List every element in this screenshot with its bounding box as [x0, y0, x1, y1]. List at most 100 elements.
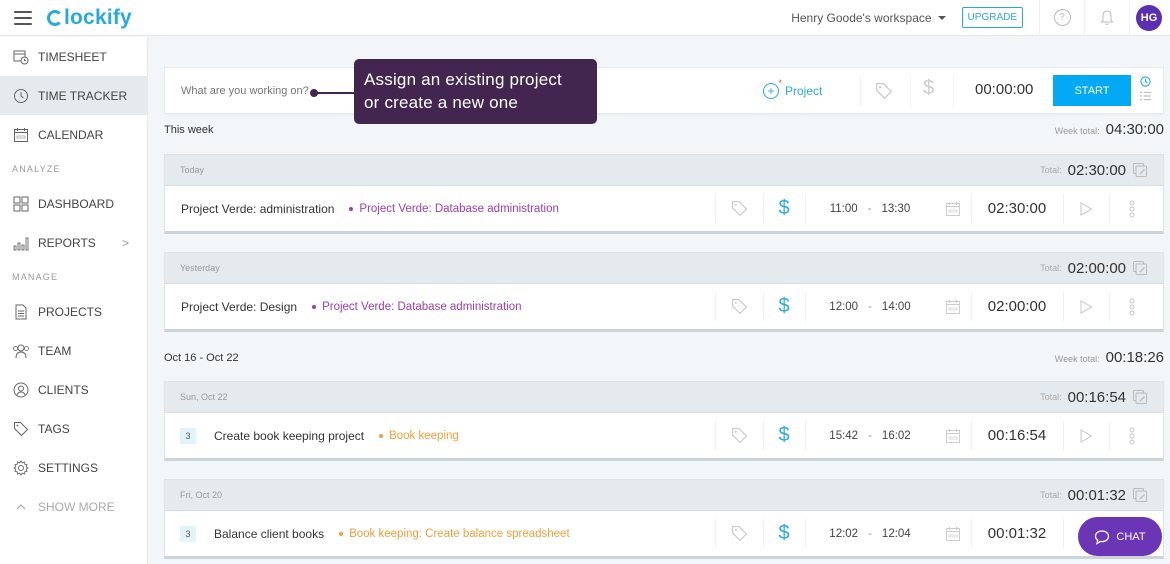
sidebar-item-calendar[interactable]: CALENDAR	[0, 115, 147, 154]
entry-date-picker[interactable]	[935, 186, 971, 231]
entry-time-range: 11:00 - 13:30	[805, 186, 935, 231]
entry-project[interactable]: Book keeping: Create balance spreadsheet	[339, 528, 570, 540]
grouped-count-badge[interactable]: 3	[180, 427, 196, 444]
entry-more-menu[interactable]	[1109, 284, 1155, 329]
dollar-icon: $	[778, 197, 790, 219]
entry-project[interactable]: Project Verde: Database administration	[312, 301, 522, 313]
entry-billable-toggle[interactable]: $	[763, 186, 805, 231]
project-label: Project	[785, 83, 823, 98]
bulk-edit-icon[interactable]	[1132, 162, 1148, 178]
entry-duration[interactable]: 02:00:00	[971, 284, 1063, 329]
project-color-dot	[379, 433, 384, 438]
entry-duration[interactable]: 00:01:32	[971, 511, 1063, 556]
week-label: Oct 16 - Oct 22	[164, 351, 239, 364]
project-name: Project Verde: Database administration	[359, 202, 559, 215]
sidebar-item-projects[interactable]: PROJECTS	[0, 292, 147, 331]
sidebar-item-tags[interactable]: TAGS	[0, 409, 147, 448]
entry-tag-button[interactable]	[715, 186, 763, 231]
entry-description[interactable]: Project Verde: administration	[181, 202, 334, 216]
reports-icon	[12, 234, 30, 252]
play-icon	[1080, 299, 1093, 314]
entry-description[interactable]: Create book keeping project	[214, 429, 364, 443]
tag-icon	[731, 299, 747, 315]
clock-icon	[12, 87, 30, 105]
play-icon	[1080, 428, 1093, 443]
sidebar-item-time-tracker[interactable]: TIME TRACKER	[0, 76, 147, 115]
continue-timer-button[interactable]	[1063, 186, 1109, 231]
tag-button[interactable]	[875, 82, 893, 105]
workspace-switcher[interactable]: Henry Goode's workspace	[791, 11, 946, 25]
team-icon	[12, 342, 30, 360]
help-button[interactable]: ?	[1039, 0, 1084, 36]
billable-toggle[interactable]: $	[923, 77, 934, 100]
description-input[interactable]	[181, 84, 321, 97]
start-button[interactable]: START	[1053, 75, 1131, 106]
entry-date-picker[interactable]	[935, 284, 971, 329]
entry-time-range: 12:02 - 12:04	[805, 511, 935, 556]
upgrade-button[interactable]: UPGRADE	[961, 7, 1023, 28]
grouped-count-badge[interactable]: 3	[180, 525, 196, 542]
project-picker-button[interactable]: + Project	[763, 79, 823, 99]
week-total-value: 00:18:26	[1105, 349, 1164, 366]
entry-duration[interactable]: 02:30:00	[971, 186, 1063, 231]
entry-tag-button[interactable]	[715, 413, 763, 458]
day-label: Sun, Oct 22	[180, 392, 228, 402]
sidebar-item-dashboard[interactable]: DASHBOARD	[0, 184, 147, 223]
entry-start-time[interactable]: 15:42	[829, 430, 858, 442]
timer-mode-clock-icon[interactable]	[1140, 76, 1151, 87]
calendar-icon	[946, 299, 960, 314]
sidebar-item-settings[interactable]: SETTINGS	[0, 448, 147, 487]
bulk-edit-icon[interactable]	[1132, 260, 1148, 276]
entry-duration[interactable]: 00:16:54	[971, 413, 1063, 458]
entry-start-time[interactable]: 12:02	[829, 528, 858, 540]
entry-end-time[interactable]: 14:00	[882, 301, 911, 313]
sidebar-item-timesheet[interactable]: TIMESHEET	[0, 37, 147, 76]
avatar[interactable]: HG	[1136, 4, 1162, 31]
entry-billable-toggle[interactable]: $	[763, 284, 805, 329]
entry-date-picker[interactable]	[935, 413, 971, 458]
project-name: Book keeping	[389, 429, 459, 442]
chat-button[interactable]: CHAT	[1078, 517, 1162, 556]
sidebar-item-team[interactable]: TEAM	[0, 331, 147, 370]
continue-timer-button[interactable]	[1063, 284, 1109, 329]
clockify-logo[interactable]: lockify	[47, 6, 132, 30]
hamburger-menu-icon[interactable]	[14, 10, 32, 25]
dashboard-icon	[12, 195, 30, 213]
time-separator: -	[868, 300, 872, 313]
chevron-up-icon	[12, 498, 30, 516]
calendar-icon	[946, 428, 960, 443]
day-card: Today Total: 02:30:00 Project Verde: adm…	[164, 154, 1164, 234]
divider	[910, 76, 911, 106]
bulk-edit-icon[interactable]	[1132, 389, 1148, 405]
entry-billable-toggle[interactable]: $	[763, 413, 805, 458]
entry-description[interactable]: Project Verde: Design	[181, 300, 297, 314]
entry-tag-button[interactable]	[715, 284, 763, 329]
entry-date-picker[interactable]	[935, 511, 971, 556]
calendar-icon	[946, 201, 960, 216]
sidebar-item-clients[interactable]: CLIENTS	[0, 370, 147, 409]
entry-description[interactable]: Balance client books	[214, 527, 324, 541]
chat-label: CHAT	[1116, 530, 1146, 543]
notifications-button[interactable]	[1084, 0, 1129, 36]
entry-billable-toggle[interactable]: $	[763, 511, 805, 556]
entry-more-menu[interactable]	[1109, 413, 1155, 458]
entry-more-menu[interactable]	[1109, 186, 1155, 231]
entry-project[interactable]: Project Verde: Database administration	[349, 202, 559, 215]
entry-time-range: 15:42 - 16:02	[805, 413, 935, 458]
entry-end-time[interactable]: 16:02	[882, 430, 911, 442]
continue-timer-button[interactable]	[1063, 413, 1109, 458]
bulk-edit-icon[interactable]	[1132, 487, 1148, 503]
entry-start-time[interactable]: 11:00	[830, 203, 858, 215]
entry-project[interactable]: Book keeping	[379, 430, 459, 442]
sidebar-item-reports[interactable]: REPORTS >	[0, 223, 147, 262]
entry-tag-button[interactable]	[715, 511, 763, 556]
tag-icon	[12, 420, 30, 438]
gear-icon	[12, 459, 30, 477]
entry-end-time[interactable]: 12:04	[882, 528, 911, 540]
show-more-toggle[interactable]: SHOW MORE	[0, 487, 147, 526]
entry-end-time[interactable]: 13:30	[882, 203, 911, 215]
entry-start-time[interactable]: 12:00	[829, 301, 858, 313]
manual-mode-list-icon[interactable]	[1140, 91, 1151, 101]
entry-time-range: 12:00 - 14:00	[805, 284, 935, 329]
section-label-analyze: ANALYZE	[12, 164, 61, 174]
